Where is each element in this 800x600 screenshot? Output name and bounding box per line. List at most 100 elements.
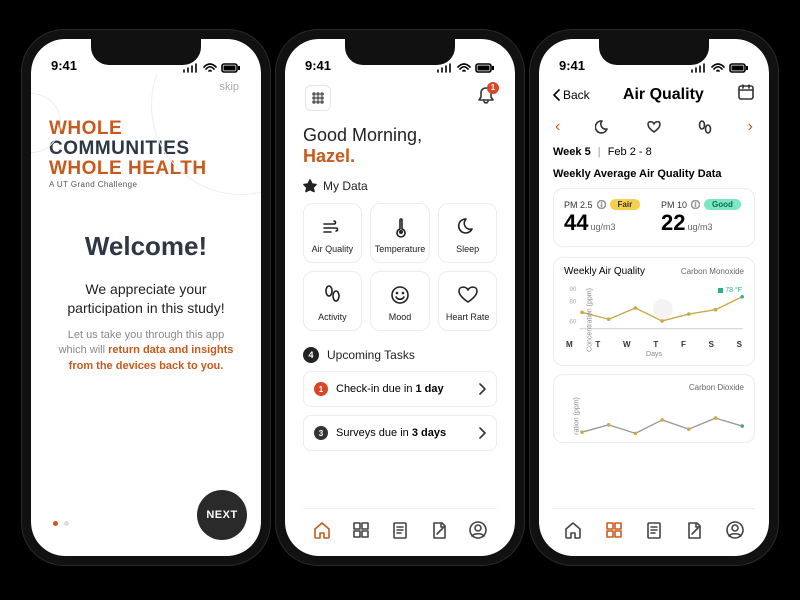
notifications-button[interactable]: 1 (477, 86, 495, 111)
my-data-label: My Data (323, 179, 368, 193)
user-circle-icon (725, 520, 745, 540)
prev-arrow[interactable]: ‹ (555, 118, 560, 136)
next-arrow[interactable]: › (748, 118, 753, 136)
footsteps-icon[interactable] (697, 119, 713, 135)
nav-profile[interactable] (725, 520, 745, 545)
card-sleep[interactable]: Sleep (438, 203, 497, 263)
skip-link[interactable]: skip (219, 81, 239, 93)
metric-pm25: PM 2.5 Fair 44ug/m3 (564, 199, 647, 236)
battery-icon (475, 63, 495, 73)
notch (345, 39, 455, 65)
metric-pm10: PM 10 Good 22ug/m3 (661, 199, 744, 236)
nav-profile[interactable] (468, 520, 488, 545)
status-time: 9:41 (559, 58, 585, 73)
home-icon (312, 520, 332, 540)
status-time: 9:41 (305, 58, 331, 73)
wifi-icon (457, 63, 471, 73)
svg-text:90: 90 (569, 286, 577, 293)
welcome-subtext: We appreciate your participation in this… (49, 280, 243, 318)
upcoming-count-badge: 4 (303, 347, 319, 363)
upcoming-heading: 4 Upcoming Tasks (303, 347, 497, 363)
user-circle-icon (468, 520, 488, 540)
nav-surveys[interactable] (644, 520, 664, 545)
nav-dashboard[interactable] (351, 520, 371, 545)
quality-pill-good: Good (704, 199, 741, 210)
card-activity[interactable]: Activity (303, 271, 362, 331)
card-mood[interactable]: Mood (370, 271, 431, 331)
card-heart-rate[interactable]: Heart Rate (438, 271, 497, 331)
bottom-nav (303, 508, 497, 556)
page-indicator (53, 521, 69, 526)
task-count-badge: 3 (314, 426, 328, 440)
y-axis-label: ration (ppm) (573, 397, 580, 435)
task-text: Surveys due in 3 days (336, 427, 446, 439)
document-edit-icon (429, 520, 449, 540)
calendar-icon (737, 83, 755, 101)
card-air-quality[interactable]: Air Quality (303, 203, 362, 263)
grid-icon (351, 520, 371, 540)
info-icon[interactable] (691, 200, 700, 209)
phone-onboarding: 9:41 skip WHOLE COMMUNITIES WHOLE HEALTH… (22, 30, 270, 565)
date-range: Feb 2 - 8 (608, 146, 652, 158)
metric-value: 44 (564, 210, 588, 235)
chart-annotation: 78 °F (718, 287, 742, 294)
nav-home[interactable] (563, 520, 583, 545)
chart-subtitle: Carbon Monoxide (681, 267, 744, 276)
phone-home: 9:41 1 Good Morning, (276, 30, 524, 565)
home-icon (563, 520, 583, 540)
document-edit-icon (684, 520, 704, 540)
nav-notes[interactable] (684, 520, 704, 545)
calendar-button[interactable] (737, 83, 755, 106)
battery-icon (221, 63, 241, 73)
status-time: 9:41 (51, 58, 77, 73)
nav-dashboard[interactable] (604, 520, 624, 545)
task-count-badge: 1 (314, 382, 328, 396)
nav-surveys[interactable] (390, 520, 410, 545)
chart-card-co2: Carbon Dioxide ration (ppm) (553, 374, 755, 443)
bottom-nav (553, 508, 755, 556)
chevron-left-icon (553, 89, 561, 101)
clipboard-icon (390, 520, 410, 540)
metric-label: PM 10 (661, 200, 687, 210)
smile-icon (389, 284, 411, 306)
moon-icon (457, 216, 479, 238)
svg-text:80: 80 (569, 299, 577, 306)
y-axis-label: Concentration (ppm) (586, 288, 593, 352)
wifi-icon (203, 63, 217, 73)
notch (91, 39, 201, 65)
menu-grid-button[interactable] (305, 85, 331, 111)
clipboard-icon (644, 520, 664, 540)
welcome-body: Let us take you through this app which w… (49, 328, 243, 374)
thermometer-icon (389, 216, 411, 238)
chart-card-co: Weekly Air Quality Carbon Monoxide Conce… (553, 257, 755, 366)
nav-home[interactable] (312, 520, 332, 545)
page-dot (64, 521, 69, 526)
task-row[interactable]: 1 Check-in due in 1 day (303, 371, 497, 407)
chart-co2-plot (564, 396, 744, 450)
back-button[interactable]: Back (553, 88, 590, 102)
metrics-card: PM 2.5 Fair 44ug/m3 PM 10 Good 22ug/m3 (553, 188, 755, 247)
wifi-icon (711, 63, 725, 73)
chevron-right-icon (478, 427, 486, 439)
info-icon[interactable] (597, 200, 606, 209)
notch (599, 39, 709, 65)
card-label: Mood (389, 312, 412, 322)
status-icons (691, 63, 749, 73)
heart-icon[interactable] (646, 119, 662, 135)
metric-unit: ug/m3 (687, 222, 712, 232)
phone-air-quality: 9:41 Back Air Quality (530, 30, 778, 565)
card-label: Temperature (375, 244, 426, 254)
nav-notes[interactable] (429, 520, 449, 545)
section-title: Weekly Average Air Quality Data (553, 168, 755, 180)
card-temperature[interactable]: Temperature (370, 203, 431, 263)
task-row[interactable]: 3 Surveys due in 3 days (303, 415, 497, 451)
status-icons (183, 63, 241, 73)
moon-icon[interactable] (595, 119, 611, 135)
metric-value: 22 (661, 210, 685, 235)
chart-title: Weekly Air Quality (564, 266, 645, 277)
next-button[interactable]: NEXT (197, 490, 247, 540)
week-info: Week 5 | Feb 2 - 8 (553, 146, 755, 158)
battery-icon (729, 63, 749, 73)
welcome-heading: Welcome! (49, 231, 243, 262)
grid-icon (604, 520, 624, 540)
